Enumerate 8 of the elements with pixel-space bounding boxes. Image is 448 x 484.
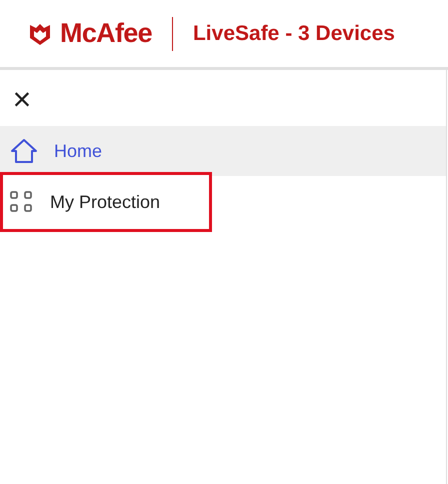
shield-logo-icon xyxy=(28,22,52,46)
grid-icon xyxy=(10,191,34,213)
product-title: LiveSafe - 3 Devices xyxy=(192,20,395,47)
brand-name: McAfee xyxy=(60,17,152,50)
menu-item[interactable]: Home xyxy=(0,126,446,176)
close-button[interactable]: × xyxy=(8,82,36,116)
menu-item[interactable]: My Protection xyxy=(0,172,212,232)
home-icon xyxy=(10,138,38,164)
